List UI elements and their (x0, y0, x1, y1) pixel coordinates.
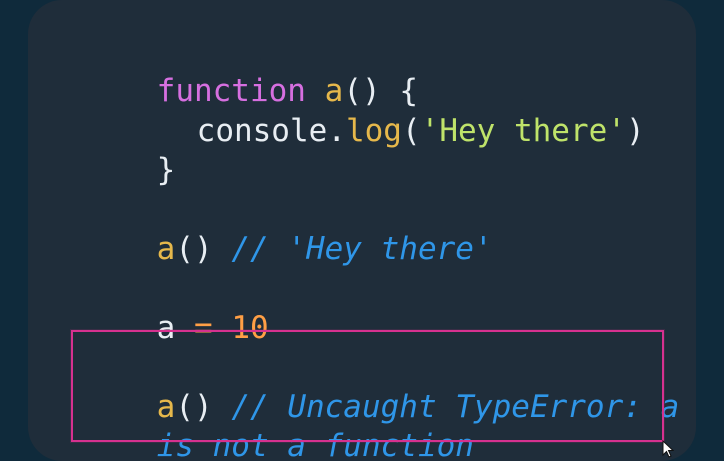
code-line-3: } (82, 113, 176, 188)
log-method: log (345, 113, 402, 149)
code-line-5: a = 10 (82, 271, 269, 346)
code-line-2: console.log('Hey there') (122, 74, 645, 149)
error-highlight-box (71, 330, 664, 442)
call-parens: () (175, 231, 213, 267)
member-dot: . (327, 113, 346, 149)
call-name: a (156, 231, 176, 267)
call-open-paren: ( (401, 113, 421, 149)
call-close-paren: ) (625, 113, 645, 149)
code-line-1: function a() { (82, 34, 418, 109)
string-literal: 'Hey there' (420, 113, 626, 149)
console-object: console (196, 113, 328, 149)
mouse-pointer-icon (662, 440, 674, 458)
comment-hey-there: // 'Hey there' (231, 231, 493, 267)
close-brace: } (156, 152, 176, 188)
code-line-4: a() // 'Hey there' (82, 192, 493, 267)
